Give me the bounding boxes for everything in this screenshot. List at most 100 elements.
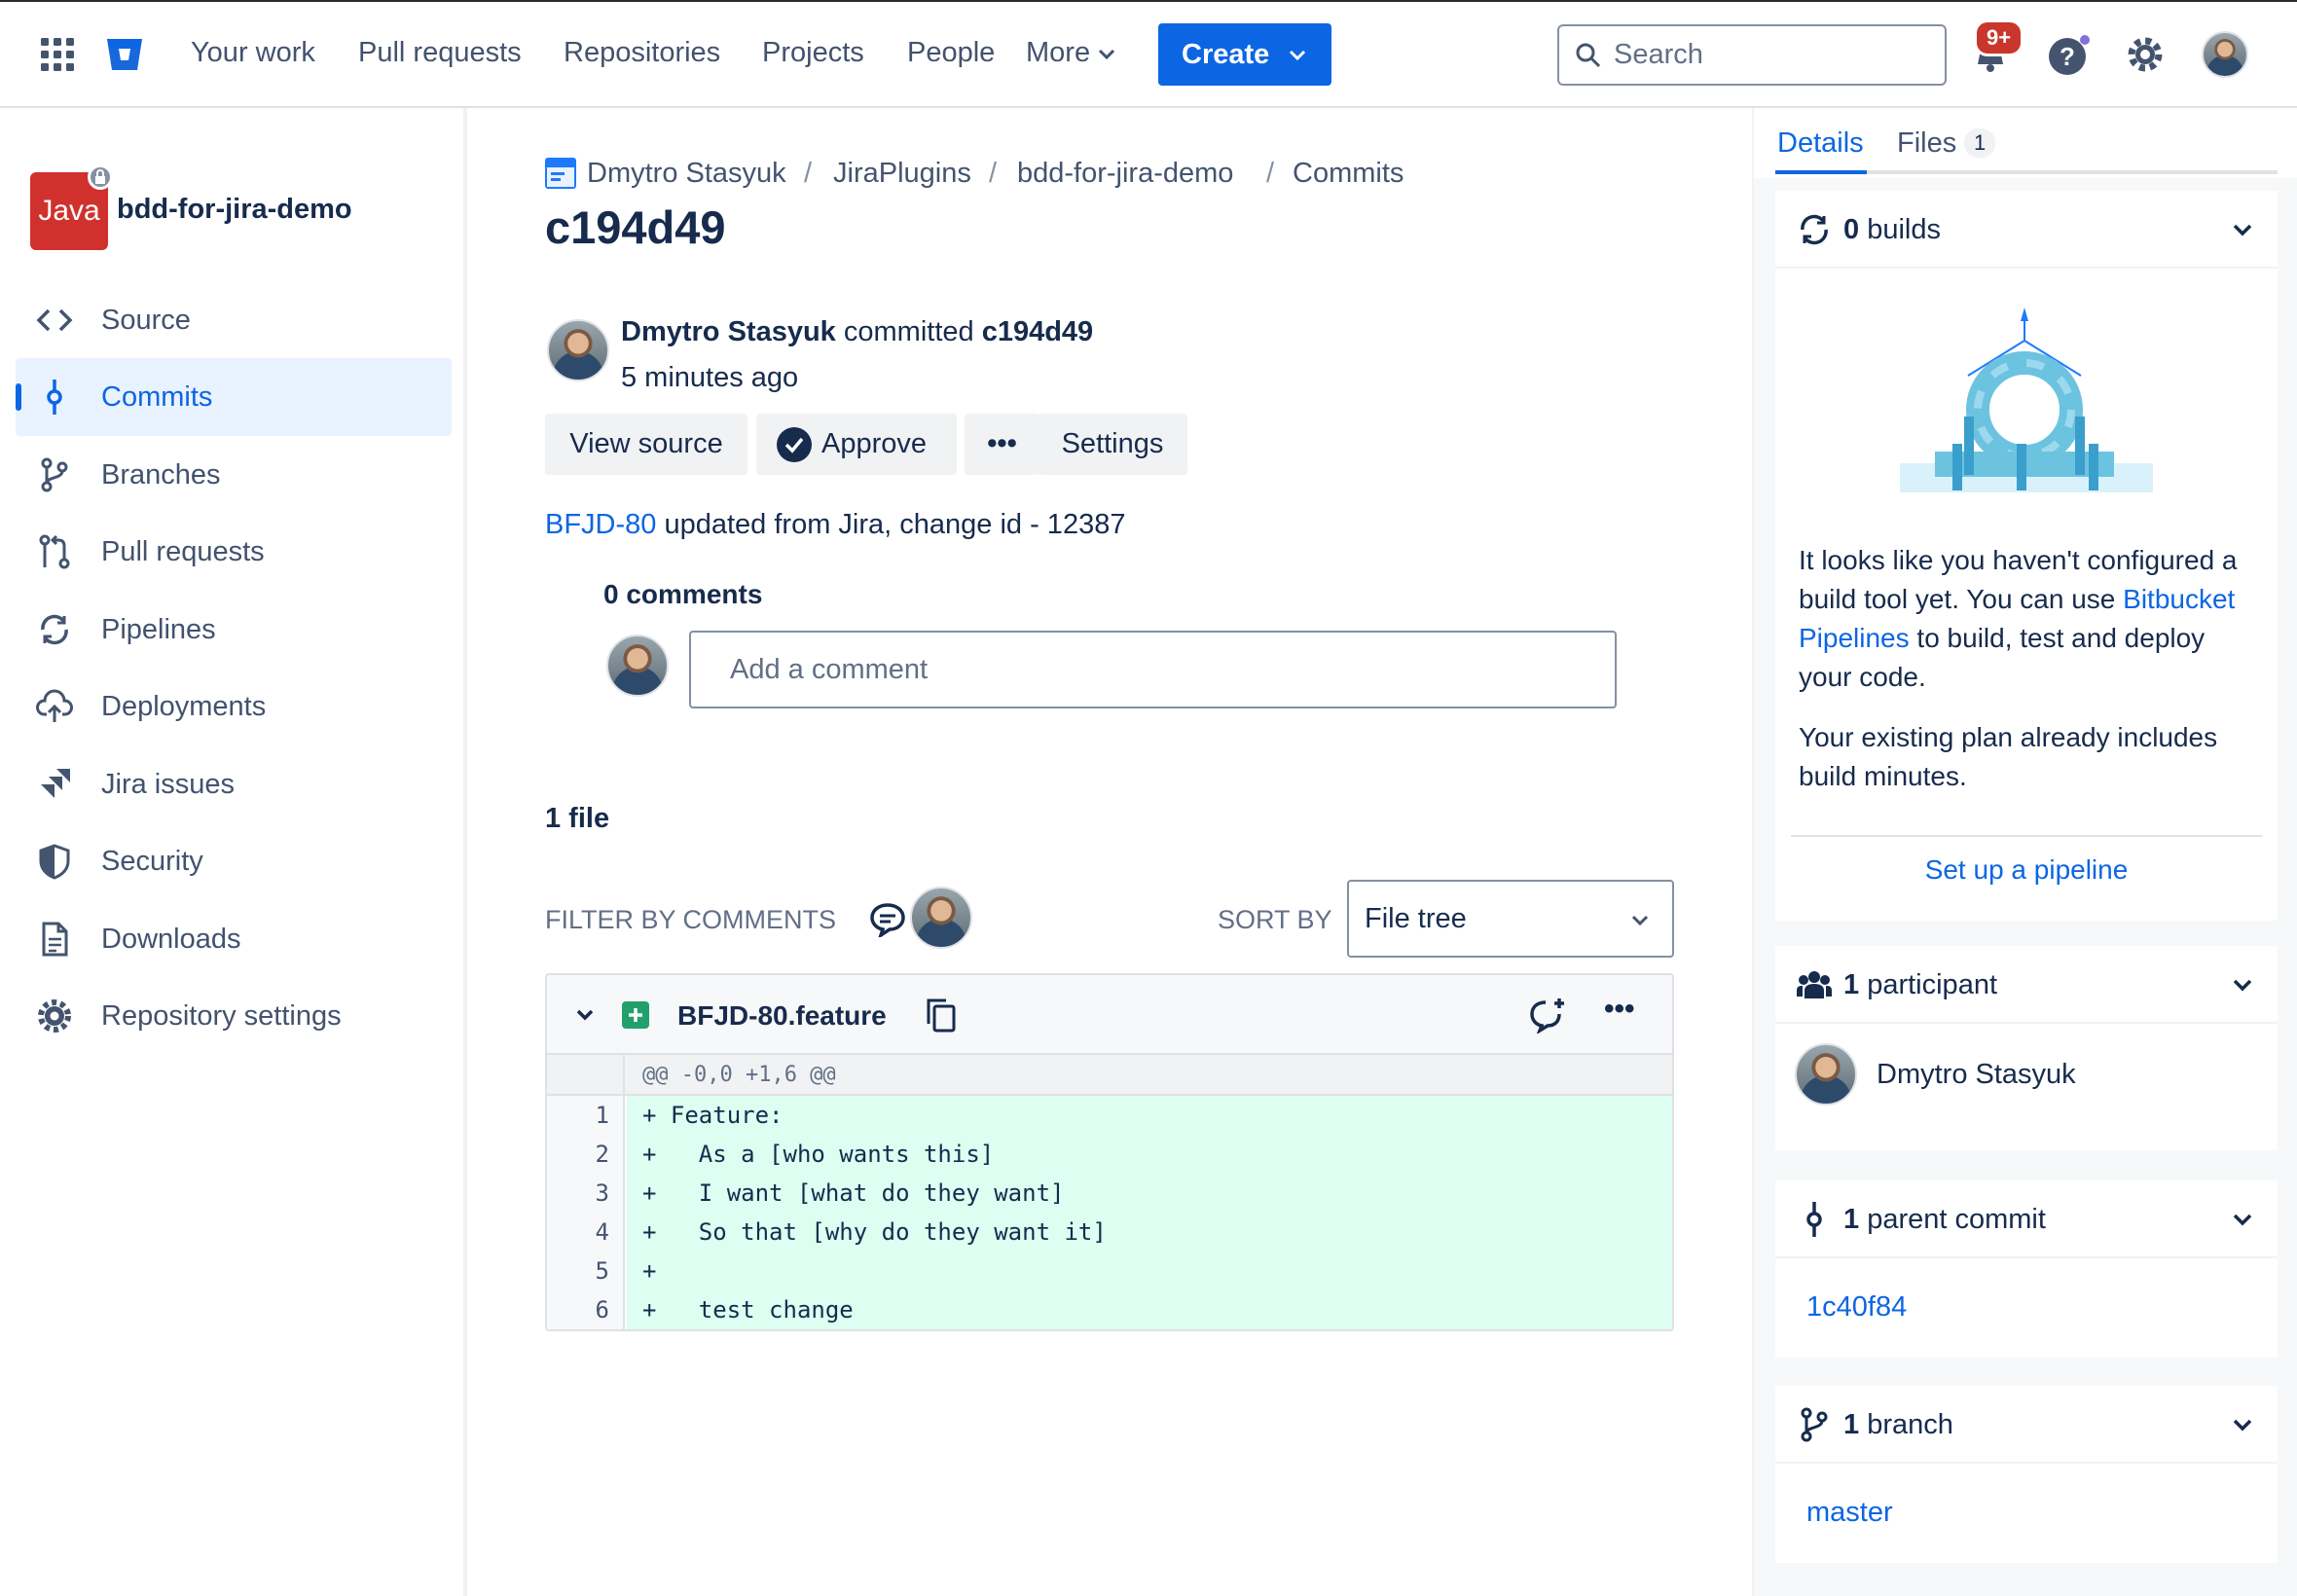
branch-header[interactable]: 1 branch xyxy=(1775,1386,2278,1464)
sidebar-item-branches[interactable]: Branches xyxy=(16,436,452,514)
participants-label: participant xyxy=(1867,969,1998,1000)
copy-icon[interactable] xyxy=(925,997,958,1034)
branch-label: branch xyxy=(1867,1409,1953,1440)
line-number: 1 xyxy=(547,1096,625,1135)
divider xyxy=(1791,835,2262,837)
view-source-button[interactable]: View source xyxy=(545,414,747,475)
breadcrumb-owner[interactable]: Dmytro Stasyuk xyxy=(587,158,786,190)
breadcrumb-separator: / xyxy=(804,158,813,189)
tab-details[interactable]: Details xyxy=(1777,127,1864,160)
file-icon xyxy=(42,922,68,957)
file-added-icon xyxy=(622,1001,649,1029)
author-name[interactable]: Dmytro Stasyuk xyxy=(621,316,836,347)
chevron-down-icon xyxy=(2233,979,2252,992)
participant-avatar[interactable] xyxy=(1795,1043,1857,1106)
sidebar-item-security[interactable]: Security xyxy=(16,822,452,900)
branch-icon xyxy=(1801,1407,1828,1442)
search-icon xyxy=(1576,43,1601,68)
breadcrumb-commits[interactable]: Commits xyxy=(1293,158,1404,190)
approve-button[interactable]: Approve xyxy=(756,414,957,475)
participant-name[interactable]: Dmytro Stasyuk xyxy=(1877,1059,2076,1091)
help-icon[interactable]: ? xyxy=(2048,35,2091,78)
diff-line: 4 + So that [why do they want it] xyxy=(547,1213,1672,1251)
sidebar-item-label: Source xyxy=(101,304,191,336)
sidebar-item-pipelines[interactable]: Pipelines xyxy=(16,591,452,669)
more-actions-button[interactable]: ••• xyxy=(965,414,1039,475)
participants-card: 1 participant Dmytro Stasyuk xyxy=(1775,946,2278,1150)
sidebar-item-label: Repository settings xyxy=(101,999,342,1032)
diff-file-name[interactable]: BFJD-80.feature xyxy=(677,1000,887,1032)
sort-select[interactable]: File tree xyxy=(1347,880,1674,958)
line-number: 6 xyxy=(547,1290,625,1329)
active-tab-indicator xyxy=(1775,170,1867,174)
nav-projects[interactable]: Projects xyxy=(762,37,864,69)
add-comment-icon[interactable] xyxy=(1528,997,1567,1034)
settings-label: Settings xyxy=(1061,428,1164,459)
user-avatar[interactable] xyxy=(2202,31,2248,78)
commit-icon xyxy=(47,380,62,415)
nav-more[interactable]: More xyxy=(1026,37,1090,69)
breadcrumb-separator: / xyxy=(989,158,998,189)
nav-pull-requests[interactable]: Pull requests xyxy=(358,37,522,69)
line-code: + xyxy=(627,1251,1672,1290)
nav-people[interactable]: People xyxy=(907,37,995,69)
sidebar-item-label: Branches xyxy=(101,458,221,490)
commit-hash-inline: c194d49 xyxy=(981,316,1094,347)
repo-logo-text: Java xyxy=(38,195,100,227)
comment-filter-icon[interactable] xyxy=(869,902,906,937)
breadcrumb-project[interactable]: JiraPlugins xyxy=(833,158,971,190)
files-count-badge: 1 xyxy=(1964,128,1996,158)
lock-icon xyxy=(88,164,113,190)
diff-line: 2 + As a [who wants this] xyxy=(547,1135,1672,1174)
commit-message-text: updated from Jira, change id - 12387 xyxy=(664,509,1126,540)
file-diff-header: BFJD-80.feature ••• xyxy=(547,975,1672,1055)
sidebar-item-jira-issues[interactable]: Jira issues xyxy=(16,745,452,823)
breadcrumb-repo[interactable]: bdd-for-jira-demo xyxy=(1017,158,1233,190)
parent-commit-link[interactable]: 1c40f84 xyxy=(1806,1291,1907,1324)
participants-header[interactable]: 1 participant xyxy=(1775,946,2278,1024)
sidebar-item-commits[interactable]: Commits xyxy=(16,358,452,436)
branch-link[interactable]: master xyxy=(1806,1497,1893,1529)
chevron-down-icon xyxy=(2233,1214,2252,1226)
top-navigation: Your work Pull requests Repositories Pro… xyxy=(0,0,2297,108)
pipelines-icon xyxy=(41,614,68,645)
create-button[interactable]: Create xyxy=(1158,23,1331,86)
sidebar-item-deployments[interactable]: Deployments xyxy=(16,668,452,745)
bitbucket-logo-icon[interactable] xyxy=(105,37,144,72)
file-diff: BFJD-80.feature ••• @@ -0,0 +1,6 @@ 1 + F… xyxy=(545,973,1674,1331)
chevron-down-icon xyxy=(1098,49,1115,60)
parent-commit-header[interactable]: 1 parent commit xyxy=(1775,1180,2278,1258)
tab-files[interactable]: Files xyxy=(1897,127,1956,160)
commit-message: BFJD-80 updated from Jira, change id - 1… xyxy=(545,509,1125,541)
sort-value: File tree xyxy=(1365,902,1467,934)
filter-author-avatar[interactable] xyxy=(910,887,972,949)
commit-time: 5 minutes ago xyxy=(621,362,799,393)
sidebar-item-repository-settings[interactable]: Repository settings xyxy=(16,977,452,1055)
line-code: + So that [why do they want it] xyxy=(627,1213,1672,1251)
settings-gear-icon[interactable] xyxy=(2126,35,2165,74)
search-input[interactable]: Search xyxy=(1557,24,1947,86)
collapse-chevron-icon[interactable] xyxy=(576,1009,594,1021)
nav-your-work[interactable]: Your work xyxy=(191,37,315,69)
line-number: 5 xyxy=(547,1251,625,1290)
jira-issue-link[interactable]: BFJD-80 xyxy=(545,509,656,540)
app-switcher-icon[interactable] xyxy=(41,38,74,71)
sidebar-item-downloads[interactable]: Downloads xyxy=(16,900,452,978)
author-avatar[interactable] xyxy=(547,319,609,381)
details-panel: Details Files 1 0 builds It looks like y… xyxy=(1752,108,2297,1596)
pipelines-icon xyxy=(1801,214,1828,245)
repo-name[interactable]: bdd-for-jira-demo xyxy=(117,194,352,226)
builds-header[interactable]: 0 builds xyxy=(1775,191,2278,269)
setup-pipeline-link[interactable]: Set up a pipeline xyxy=(1775,854,2278,886)
file-more-actions-icon[interactable]: ••• xyxy=(1604,993,1635,1026)
notifications-badge: 9+ xyxy=(1974,19,2024,56)
builds-description: It looks like you haven't configured a b… xyxy=(1799,541,2256,697)
line-code: + test change xyxy=(627,1290,1672,1329)
nav-repositories[interactable]: Repositories xyxy=(564,37,720,69)
sidebar-item-source[interactable]: Source xyxy=(16,281,452,359)
branch-count: 1 xyxy=(1843,1409,1860,1440)
sidebar-item-label: Commits xyxy=(101,381,213,413)
sidebar-item-pull-requests[interactable]: Pull requests xyxy=(16,513,452,591)
comment-input[interactable]: Add a comment xyxy=(689,631,1617,708)
settings-button[interactable]: Settings xyxy=(1038,414,1187,475)
